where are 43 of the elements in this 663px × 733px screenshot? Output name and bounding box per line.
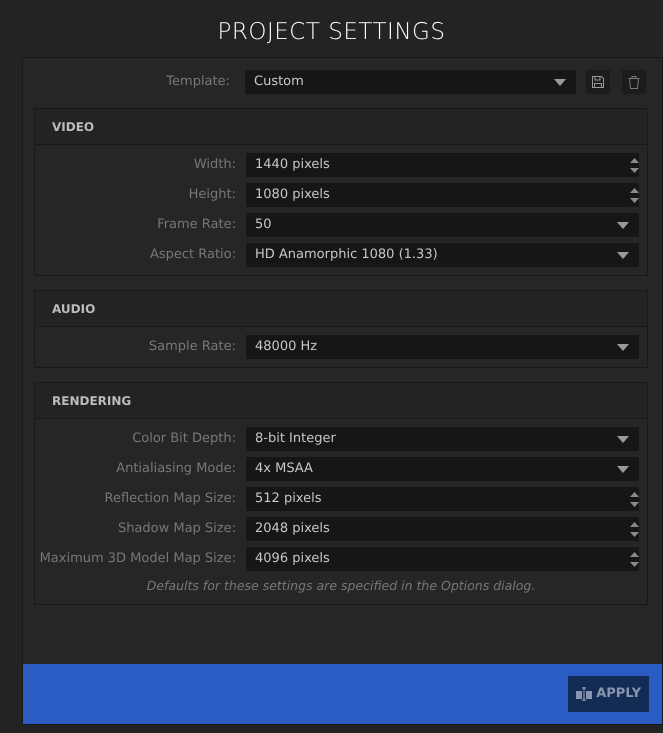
template-dropdown[interactable]: Custom (245, 70, 576, 94)
field-label: Color Bit Depth: (131, 430, 237, 448)
number-field[interactable]: 1440 pixels (246, 153, 639, 177)
number-field[interactable]: 512 pixels (246, 487, 639, 511)
spinner-arrows-icon (630, 550, 639, 568)
dropdown[interactable]: 4x MSAA (246, 457, 639, 481)
dropdown[interactable]: HD Anamorphic 1080 (1.33) (246, 243, 639, 267)
field-label: Shadow Map Size: (116, 520, 237, 538)
field-label: Maximum 3D Model Map Size: (38, 550, 237, 568)
note-text: Defaults for these settings are specified in the Options dialog. (146, 577, 536, 595)
field-label: Reflection Map Size: (104, 490, 237, 508)
field-label: Width: (192, 156, 237, 174)
delete-button[interactable] (622, 70, 646, 94)
window-title: PROJECT SETTINGS (218, 18, 446, 48)
template-label: Template: (165, 73, 231, 92)
field-label: Height: (188, 186, 237, 204)
field-label: Sample Rate: (148, 338, 237, 356)
image-compare-icon (576, 687, 592, 701)
caret-icon (617, 466, 629, 472)
field-label: Antialiasing Mode: (115, 460, 237, 478)
trash-icon (628, 76, 640, 88)
number-field[interactable]: 2048 pixels (246, 517, 639, 541)
dropdown[interactable]: 50 (246, 213, 639, 237)
number-field[interactable]: 4096 pixels (246, 547, 639, 571)
dropdown[interactable]: 48000 Hz (246, 335, 639, 359)
caret-icon (617, 252, 629, 258)
spinner-arrows-icon (630, 490, 639, 508)
caret-icon (617, 436, 629, 442)
apply-button[interactable]: APPLY (568, 676, 649, 712)
section-title: VIDEO (52, 118, 94, 136)
spinner-arrows-icon (630, 520, 639, 538)
spinner-arrows-icon (630, 156, 639, 174)
spinner-arrows-icon (630, 186, 639, 204)
number-field[interactable]: 1080 pixels (246, 183, 639, 207)
save-button[interactable] (586, 70, 610, 94)
field-label: Frame Rate: (156, 216, 237, 234)
caret-icon (617, 222, 629, 228)
caret-icon (554, 78, 566, 86)
field-label: Aspect Ratio: (148, 246, 237, 264)
caret-icon (617, 344, 629, 350)
section-title: RENDERING (52, 392, 132, 410)
section-title: AUDIO (52, 300, 96, 318)
dropdown[interactable]: 8-bit Integer (246, 427, 639, 451)
